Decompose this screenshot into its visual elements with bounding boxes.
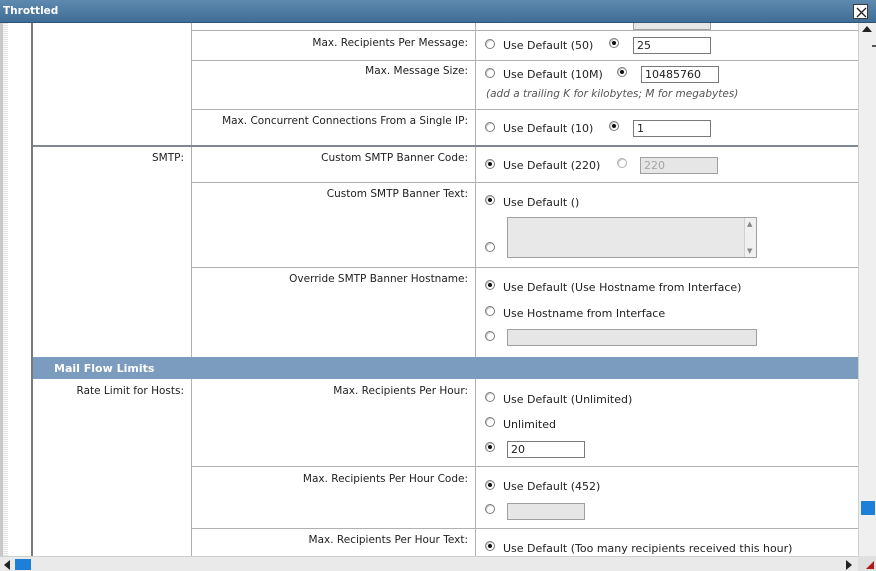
textarea-scrollbar[interactable]: ▲ ▼ [744, 218, 756, 257]
max-message-size-default-radio[interactable] [485, 68, 495, 78]
per-hour-code-custom-radio[interactable] [485, 504, 495, 514]
smtp-banner-text-default-radio[interactable] [485, 195, 495, 205]
smtp-hostname-interface-label: Use Hostname from Interface [503, 307, 666, 320]
per-hour-unlimited-label: Unlimited [503, 418, 556, 431]
column-divider [191, 23, 192, 357]
clipped-input[interactable] [633, 23, 711, 30]
max-concurrent-connections-input[interactable]: 1 [633, 120, 711, 137]
max-recipients-per-hour-label: Max. Recipients Per Hour: [333, 385, 468, 397]
per-hour-unlimited-radio[interactable] [485, 417, 495, 427]
section-title: Mail Flow Limits [54, 362, 155, 375]
smtp-hostname-custom-radio[interactable] [485, 331, 495, 341]
smtp-banner-code-input[interactable]: 220 [640, 157, 718, 174]
settings-form: Max. Recipients Per Message: Use Default… [0, 23, 858, 556]
smtp-hostname-interface-radio[interactable] [485, 306, 495, 316]
smtp-banner-code-default-radio[interactable] [485, 159, 495, 169]
max-recipients-per-message-input[interactable]: 25 [633, 37, 711, 54]
smtp-banner-code-default-label: Use Default (220) [503, 159, 601, 172]
left-frame-pattern [3, 23, 8, 556]
horizontal-scroll-thumb[interactable] [15, 559, 31, 570]
max-connections-custom-radio[interactable] [609, 121, 619, 131]
row-divider [191, 267, 858, 268]
max-recipients-per-hour-input[interactable]: 20 [507, 441, 585, 458]
per-hour-text-default-radio[interactable] [485, 541, 495, 551]
per-hour-default-radio[interactable] [485, 392, 495, 402]
column-divider [191, 379, 192, 556]
per-hour-text-label: Max. Recipients Per Hour Text: [308, 534, 468, 546]
close-icon[interactable] [853, 4, 868, 19]
scroll-right-arrow-icon[interactable] [846, 560, 852, 570]
vertical-scrollbar[interactable] [858, 23, 876, 556]
max-message-size-default-label: Use Default (10M) [503, 68, 603, 81]
per-hour-code-default-radio[interactable] [485, 480, 495, 490]
title-bar: Throttled [0, 0, 876, 23]
max-connections-default-radio[interactable] [485, 122, 495, 132]
row-divider [191, 109, 858, 110]
row-divider [191, 60, 858, 61]
left-frame-divider [31, 23, 33, 556]
max-recipients-default-label: Use Default (50) [503, 39, 594, 52]
mail-flow-limits-header: Mail Flow Limits [33, 357, 858, 379]
max-message-size-label: Max. Message Size: [365, 65, 468, 77]
max-recipients-per-message-label: Max. Recipients Per Message: [312, 37, 468, 49]
smtp-banner-text-custom-radio[interactable] [485, 242, 495, 252]
scroll-left-arrow-icon[interactable] [4, 560, 10, 570]
smtp-hostname-default-radio[interactable] [485, 280, 495, 290]
smtp-group-label: SMTP: [151, 152, 184, 164]
per-hour-code-label: Max. Recipients Per Hour Code: [302, 473, 468, 485]
per-hour-code-input[interactable] [507, 503, 585, 520]
per-hour-text-default-label: Use Default (Too many recipients receive… [503, 542, 793, 555]
per-hour-code-default-label: Use Default (452) [503, 480, 601, 493]
smtp-hostname-label: Override SMTP Banner Hostname: [289, 273, 468, 285]
scroll-up-arrow-icon[interactable] [862, 26, 872, 32]
scroll-up-icon[interactable]: ▲ [747, 220, 752, 228]
max-message-size-custom-radio[interactable] [617, 67, 627, 77]
smtp-banner-text-default-label: Use Default () [503, 196, 580, 209]
horizontal-scrollbar[interactable] [0, 556, 858, 571]
smtp-banner-code-custom-radio[interactable] [617, 158, 627, 168]
max-recipients-default-radio[interactable] [485, 39, 495, 49]
per-hour-default-label: Use Default (Unlimited) [503, 393, 633, 406]
row-divider [191, 30, 858, 31]
scroll-down-icon[interactable]: ▼ [747, 247, 752, 255]
smtp-hostname-input[interactable] [507, 329, 757, 346]
rate-limit-hosts-label: Rate Limit for Hosts: [76, 385, 184, 397]
max-connections-default-label: Use Default (10) [503, 122, 594, 135]
row-divider [191, 466, 858, 467]
group-divider [33, 145, 858, 147]
row-divider [191, 182, 858, 183]
max-message-size-hint: (add a trailing K for kilobytes; M for m… [486, 88, 739, 100]
smtp-banner-text-area[interactable]: ▲ ▼ [507, 217, 757, 258]
max-message-size-input[interactable]: 10485760 [641, 66, 719, 83]
max-concurrent-connections-label: Max. Concurrent Connections From a Singl… [222, 115, 468, 127]
column-divider [475, 379, 476, 556]
resize-grip-icon[interactable] [858, 556, 876, 571]
scroll-marker [872, 45, 876, 47]
per-hour-custom-radio[interactable] [485, 442, 495, 452]
window-title: Throttled [3, 5, 59, 17]
row-divider [191, 528, 858, 529]
smtp-banner-text-label: Custom SMTP Banner Text: [326, 188, 468, 200]
vertical-scroll-thumb[interactable] [861, 501, 875, 515]
column-divider [475, 23, 476, 357]
smtp-hostname-default-label: Use Default (Use Hostname from Interface… [503, 281, 742, 294]
smtp-banner-code-label: Custom SMTP Banner Code: [321, 152, 468, 164]
max-recipients-custom-radio[interactable] [609, 38, 619, 48]
